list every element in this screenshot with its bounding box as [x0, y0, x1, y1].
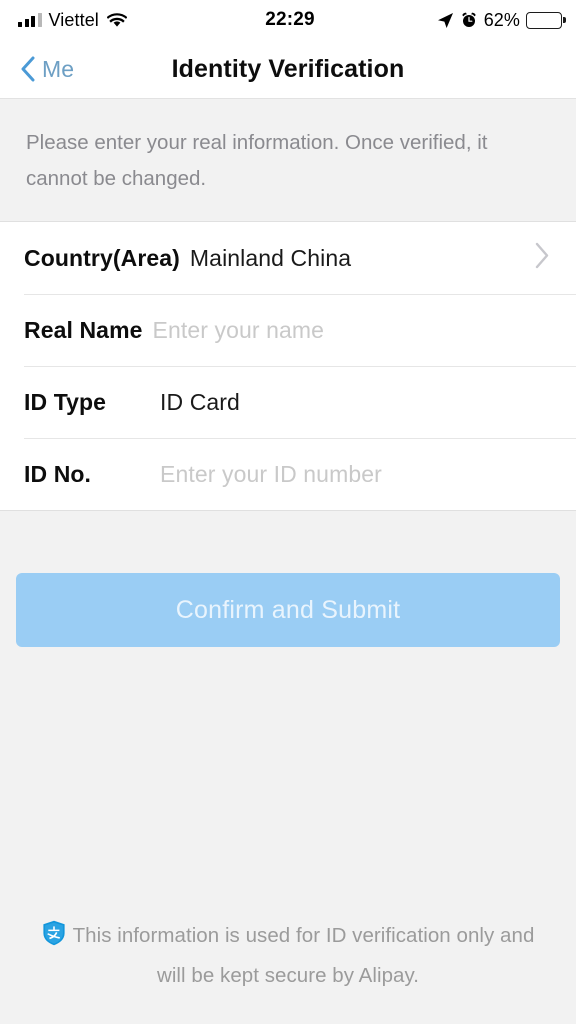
battery-percent-label: 62%	[483, 9, 521, 30]
real-name-input[interactable]: Enter your name	[153, 317, 325, 344]
alipay-shield-icon	[42, 920, 66, 958]
footer-text: This information is used for ID verifica…	[72, 924, 535, 987]
signal-bars-icon	[18, 13, 42, 27]
carrier-label: Viettel	[48, 9, 99, 30]
chevron-right-icon	[534, 242, 550, 274]
status-bar: Viettel 22:29 62%	[0, 0, 576, 40]
confirm-and-submit-button[interactable]: Confirm and Submit	[16, 573, 560, 647]
form-row-country[interactable]: Country(Area) Mainland China	[0, 222, 576, 294]
page-title: Identity Verification	[171, 54, 405, 83]
country-value: Mainland China	[189, 244, 352, 271]
status-bar-left: Viettel	[18, 10, 265, 31]
id-number-label: ID No.	[24, 460, 92, 487]
form-row-id-number[interactable]: ID No. Enter your ID number	[0, 438, 576, 510]
form-row-real-name[interactable]: Real Name Enter your name	[0, 294, 576, 366]
id-number-input[interactable]: Enter your ID number	[160, 461, 382, 488]
id-type-value: ID Card	[160, 388, 240, 415]
country-label: Country(Area)	[24, 244, 180, 271]
identity-form: Country(Area) Mainland China Real Name E…	[0, 222, 576, 511]
notice-banner: Please enter your real information. Once…	[0, 99, 576, 222]
status-bar-right: 62%	[315, 9, 563, 31]
real-name-label: Real Name	[24, 316, 143, 343]
submit-section: Confirm and Submit	[0, 511, 576, 647]
back-button[interactable]: Me	[18, 52, 80, 87]
wifi-icon	[106, 12, 127, 28]
form-row-id-type[interactable]: ID Type ID Card	[0, 366, 576, 438]
chevron-left-icon	[20, 56, 35, 82]
footer-text-wrap: This information is used for ID verifica…	[36, 918, 540, 994]
footer-note: This information is used for ID verifica…	[0, 918, 576, 1024]
location-arrow-icon	[437, 12, 461, 29]
app-screen: Viettel 22:29 62% Me Identity Verificati…	[0, 0, 576, 1024]
navigation-bar: Me Identity Verification	[0, 40, 576, 99]
back-button-label: Me	[42, 55, 75, 82]
notice-text: Please enter your real information. Once…	[26, 131, 488, 190]
clock: 22:29	[265, 9, 315, 30]
alarm-clock-icon	[461, 12, 484, 28]
battery-icon	[526, 11, 563, 29]
id-type-label: ID Type	[24, 388, 107, 415]
